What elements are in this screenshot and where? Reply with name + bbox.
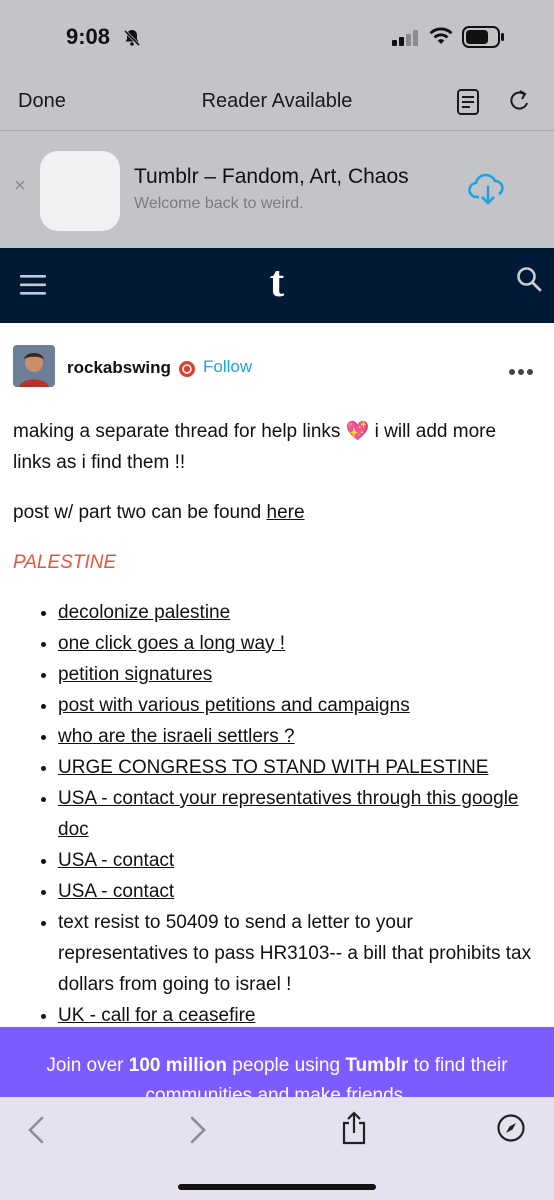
link-petition-signatures[interactable]: petition signatures: [58, 664, 212, 685]
post-body: making a separate thread for help links …: [13, 416, 533, 1031]
cellular-signal-icon: [392, 30, 420, 51]
forward-icon[interactable]: [184, 1115, 210, 1150]
list-item: petition signatures: [58, 659, 533, 690]
join-prefix: Join over: [46, 1055, 129, 1076]
app-icon[interactable]: [40, 151, 120, 231]
link-uk-ceasefire[interactable]: UK - call for a ceasefire: [58, 1005, 255, 1026]
status-time: 9:08: [66, 24, 111, 49]
section-title: PALESTINE: [13, 552, 117, 573]
search-icon[interactable]: [516, 266, 542, 297]
list-item: USA - contact: [58, 876, 533, 907]
browser-bar: Done Reader Available: [0, 76, 554, 131]
menu-icon[interactable]: [20, 274, 46, 301]
bell-muted-icon: [122, 28, 142, 53]
compass-icon[interactable]: [496, 1113, 526, 1148]
download-cloud-icon[interactable]: [468, 173, 508, 212]
avatar[interactable]: [13, 345, 55, 387]
list-item: USA - contact your representatives throu…: [58, 783, 533, 845]
join-text: Join over 100 million people using Tumbl…: [0, 1051, 554, 1097]
tumblr-header: t: [0, 248, 554, 323]
text-resist-item: text resist to 50409 to send a letter to…: [58, 912, 532, 995]
list-item: who are the israeli settlers ?: [58, 721, 533, 752]
back-icon[interactable]: [24, 1115, 50, 1150]
reader-mode-icon[interactable]: [456, 88, 480, 121]
part-two-text: post w/ part two can be found: [13, 502, 267, 523]
done-button[interactable]: Done: [18, 90, 66, 113]
link-usa-contact-2[interactable]: USA - contact: [58, 881, 174, 902]
link-petitions-campaigns[interactable]: post with various petitions and campaign…: [58, 695, 410, 716]
part-two-paragraph: post w/ part two can be found here: [13, 497, 533, 528]
list-item: one click goes a long way !: [58, 628, 533, 659]
status-bar: 9:08: [0, 0, 554, 76]
join-banner[interactable]: Join over 100 million people using Tumbl…: [0, 1027, 554, 1097]
links-list: decolonize palestine one click goes a lo…: [13, 597, 533, 1031]
list-item: text resist to 50409 to send a letter to…: [58, 907, 533, 1000]
username[interactable]: rockabswing: [67, 358, 171, 378]
app-install-banner: × Tumblr – Fandom, Art, Chaos Welcome ba…: [0, 131, 554, 248]
home-indicator: [178, 1184, 376, 1190]
app-subtitle: Welcome back to weird.: [134, 195, 304, 212]
list-item: URGE CONGRESS TO STAND WITH PALESTINE: [58, 752, 533, 783]
follow-button[interactable]: Follow: [203, 357, 252, 377]
battery-icon: [462, 26, 506, 53]
post-header: rockabswing Follow: [0, 323, 554, 403]
badge-icon: [178, 360, 196, 383]
app-title: Tumblr – Fandom, Art, Chaos: [134, 165, 409, 188]
link-israeli-settlers[interactable]: who are the israeli settlers ?: [58, 726, 295, 747]
link-urge-congress[interactable]: URGE CONGRESS TO STAND WITH PALESTINE: [58, 757, 488, 778]
join-middle: people using: [226, 1055, 346, 1076]
list-item: decolonize palestine: [58, 597, 533, 628]
join-count: 100 million: [128, 1055, 227, 1076]
link-decolonize-palestine[interactable]: decolonize palestine: [58, 602, 230, 623]
link-google-doc[interactable]: USA - contact your representatives throu…: [58, 788, 518, 840]
close-icon[interactable]: ×: [14, 175, 26, 198]
post-intro: making a separate thread for help links …: [13, 421, 497, 473]
list-item: post with various petitions and campaign…: [58, 690, 533, 721]
join-brand: Tumblr: [345, 1055, 409, 1076]
share-icon[interactable]: [340, 1111, 368, 1150]
here-link[interactable]: here: [267, 502, 305, 523]
list-item: USA - contact: [58, 845, 533, 876]
wifi-icon: [428, 26, 454, 51]
reload-icon[interactable]: [506, 88, 532, 121]
link-one-click[interactable]: one click goes a long way !: [58, 633, 285, 654]
tumblr-logo[interactable]: t: [0, 256, 554, 307]
link-usa-contact-1[interactable]: USA - contact: [58, 850, 174, 871]
more-options-icon[interactable]: [508, 363, 534, 381]
